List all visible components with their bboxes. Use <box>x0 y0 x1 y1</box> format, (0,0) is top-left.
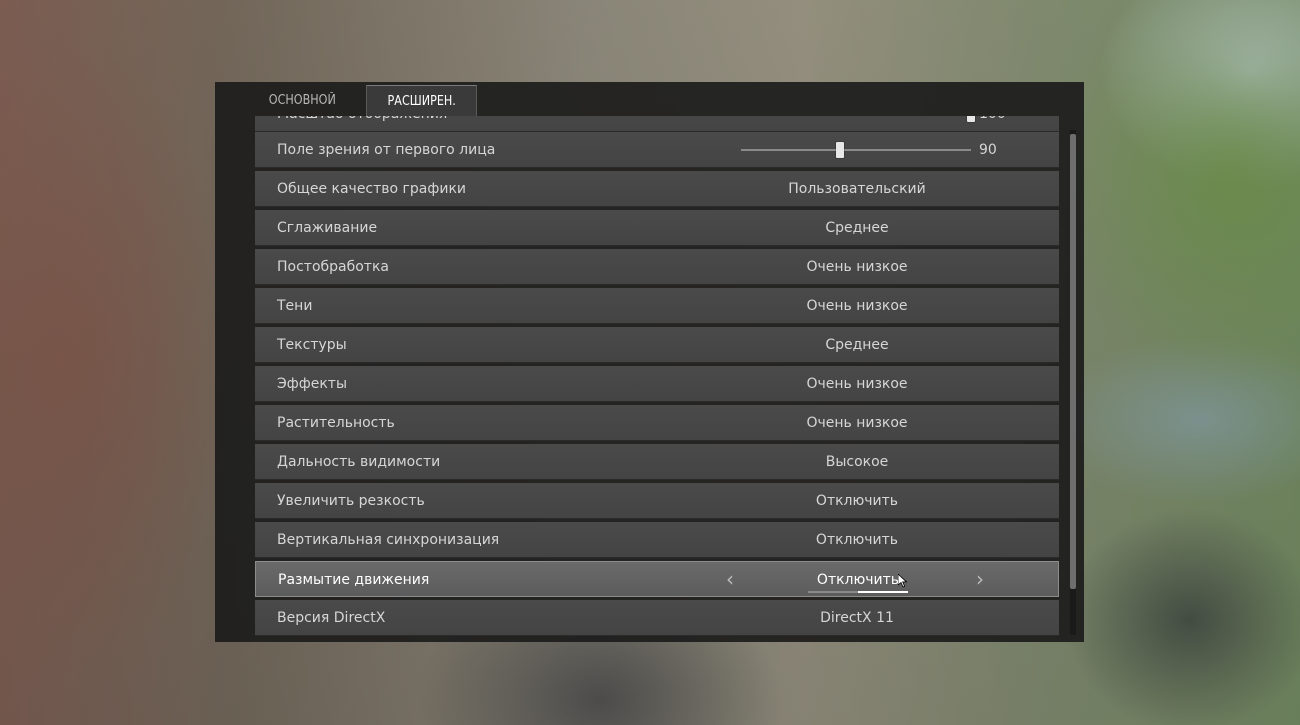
mouse-cursor-icon <box>898 574 908 588</box>
setting-label: Общее качество графики <box>277 181 466 197</box>
option-position-indicator <box>808 591 908 593</box>
option-position-fill <box>858 591 908 593</box>
setting-value: Очень низкое <box>806 259 908 275</box>
setting-value: Высокое <box>825 454 889 470</box>
setting-value: Среднее <box>825 220 889 236</box>
settings-list: Масштаб отображения 100 Поле зрения от п… <box>255 116 1059 642</box>
setting-label: Масштаб отображения <box>277 116 447 132</box>
setting-value: Очень низкое <box>806 376 908 392</box>
setting-row-postprocessing[interactable]: Постобработка Очень низкое <box>255 249 1059 285</box>
setting-value: Отключить <box>815 493 899 509</box>
game-background: ОСНОВНОЙ РАСШИРЕН. Масштаб отображения 1… <box>0 0 1300 725</box>
setting-row-display-scale[interactable]: Масштаб отображения 100 <box>255 116 1059 132</box>
setting-label: Текстуры <box>277 337 347 353</box>
setting-label: Версия DirectX <box>277 610 386 626</box>
setting-label: Растительность <box>277 415 395 431</box>
scrollbar-thumb[interactable] <box>1070 134 1076 589</box>
setting-row-view-distance[interactable]: Дальность видимости Высокое <box>255 444 1059 480</box>
display-scale-value: 100 <box>979 116 1006 132</box>
tab-advanced[interactable]: РАСШИРЕН. <box>366 85 477 116</box>
setting-value: Отключить <box>815 532 899 548</box>
chevron-right-icon[interactable]: › <box>976 562 984 598</box>
setting-row-textures[interactable]: Текстуры Среднее <box>255 327 1059 363</box>
setting-row-shadows[interactable]: Тени Очень низкое <box>255 288 1059 324</box>
setting-value: Среднее <box>825 337 889 353</box>
setting-row-sharpen[interactable]: Увеличить резкость Отключить <box>255 483 1059 519</box>
setting-label: Тени <box>277 298 313 314</box>
setting-label: Эффекты <box>277 376 347 392</box>
scrollbar-track[interactable] <box>1070 130 1076 635</box>
setting-row-motion-blur[interactable]: Размытие движения ‹ Отключить › <box>255 561 1059 597</box>
setting-label: Вертикальная синхронизация <box>277 532 500 548</box>
tab-advanced-label: РАСШИРЕН. <box>387 94 456 109</box>
setting-label: Постобработка <box>277 259 389 275</box>
setting-label: Дальность видимости <box>277 454 441 470</box>
setting-row-antialiasing[interactable]: Сглаживание Среднее <box>255 210 1059 246</box>
fov-slider-track[interactable] <box>741 149 971 151</box>
setting-row-foliage[interactable]: Растительность Очень низкое <box>255 405 1059 441</box>
setting-value: DirectX 11 <box>820 610 894 626</box>
settings-panel: ОСНОВНОЙ РАСШИРЕН. Масштаб отображения 1… <box>215 82 1084 642</box>
setting-row-overall-quality[interactable]: Общее качество графики Пользовательский <box>255 171 1059 207</box>
tab-basic[interactable]: ОСНОВНОЙ <box>255 85 350 116</box>
setting-row-fov[interactable]: Поле зрения от первого лица 90 <box>255 132 1059 168</box>
setting-row-vsync[interactable]: Вертикальная синхронизация Отключить <box>255 522 1059 558</box>
setting-label: Поле зрения от первого лица <box>277 142 496 158</box>
setting-row-effects[interactable]: Эффекты Очень низкое <box>255 366 1059 402</box>
setting-value: Пользовательский <box>788 181 926 197</box>
setting-value: Очень низкое <box>806 415 908 431</box>
setting-label: Увеличить резкость <box>277 493 425 509</box>
display-scale-slider-knob[interactable] <box>967 116 975 122</box>
setting-value: Очень низкое <box>806 298 908 314</box>
fov-slider-knob[interactable] <box>835 142 844 158</box>
setting-label: Размытие движения <box>278 572 430 588</box>
setting-label: Сглаживание <box>277 220 378 236</box>
tab-bar: ОСНОВНОЙ РАСШИРЕН. <box>215 82 1084 116</box>
setting-row-directx[interactable]: Версия DirectX DirectX 11 <box>255 600 1059 636</box>
fov-value: 90 <box>979 142 997 158</box>
